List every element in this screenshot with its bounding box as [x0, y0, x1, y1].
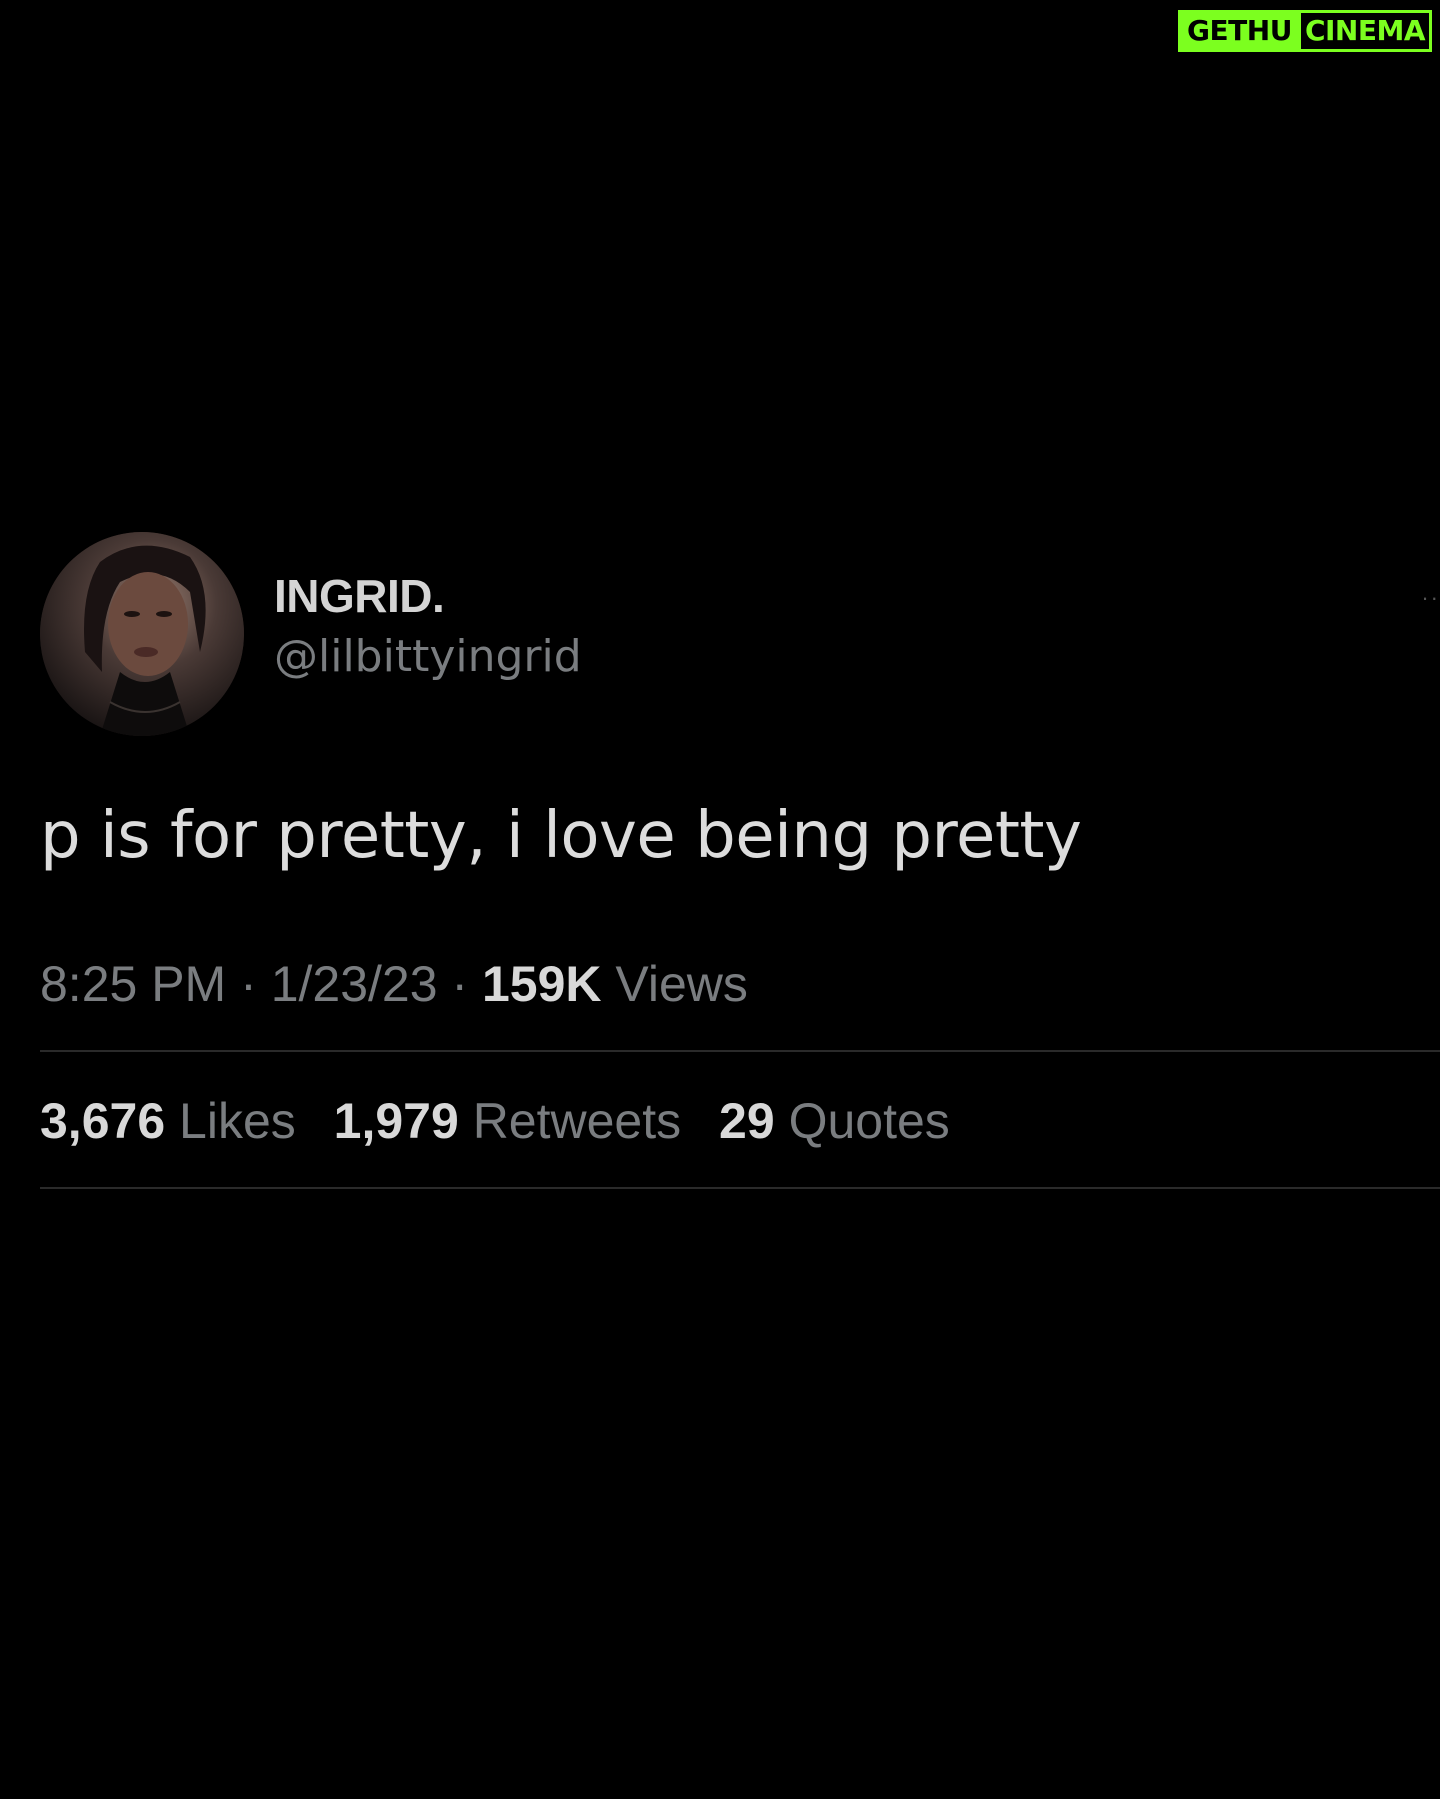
avatar-portrait-icon: [40, 532, 244, 736]
user-handle[interactable]: @lilbittyingrid: [274, 631, 582, 684]
watermark-logo: GETHU CINEMA: [1178, 10, 1432, 52]
more-icon[interactable]: ··: [1421, 585, 1440, 611]
retweets-label: Retweets: [472, 1092, 682, 1149]
watermark-part2: CINEMA: [1300, 10, 1432, 52]
tweet-text: p is for pretty, i love being pretty: [40, 799, 1082, 873]
retweets-count: 1,979: [333, 1092, 459, 1149]
tweet-time[interactable]: 8:25 PM: [40, 956, 226, 1012]
retweets-stat[interactable]: 1,979 Retweets: [333, 1092, 682, 1149]
divider: [40, 1186, 1440, 1189]
likes-stat[interactable]: 3,676 Likes: [40, 1092, 296, 1149]
meta-separator: ·: [451, 955, 469, 1012]
tweet-date[interactable]: 1/23/23: [271, 956, 438, 1012]
quotes-count: 29: [719, 1092, 775, 1149]
tweet-meta: 8:25 PM · 1/23/23 · 159K Views: [40, 955, 1440, 1012]
quotes-stat[interactable]: 29 Quotes: [719, 1092, 950, 1149]
tweet-stats: 3,676 Likes 1,979 Retweets 29 Quotes: [40, 1092, 1440, 1149]
author-names: INGRID. @lilbittyingrid: [274, 570, 582, 684]
views-label: Views: [615, 955, 748, 1012]
avatar[interactable]: [40, 532, 244, 736]
likes-count: 3,676: [40, 1092, 166, 1149]
quotes-label: Quotes: [788, 1092, 950, 1149]
views-count: 159K: [481, 955, 602, 1012]
divider: [40, 1049, 1440, 1052]
likes-label: Likes: [179, 1092, 296, 1149]
tweet: INGRID. @lilbittyingrid ·· p is for pret…: [40, 530, 1440, 1189]
display-name[interactable]: INGRID.: [274, 570, 582, 623]
watermark-part1: GETHU: [1178, 10, 1301, 52]
tweet-header: INGRID. @lilbittyingrid ··: [40, 530, 1440, 738]
meta-separator: ·: [240, 955, 257, 1012]
